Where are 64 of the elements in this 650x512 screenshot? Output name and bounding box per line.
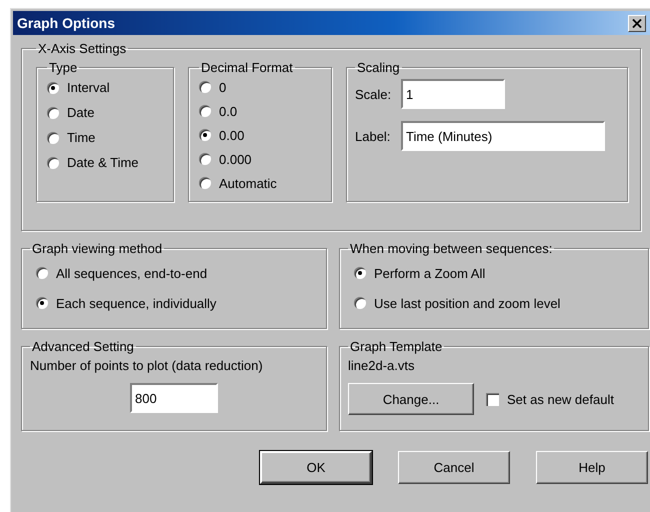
radio-option[interactable]: All sequences, end-to-end bbox=[36, 258, 318, 288]
radio-button[interactable] bbox=[199, 129, 211, 141]
radio-button[interactable] bbox=[199, 105, 211, 117]
radio-button[interactable] bbox=[47, 82, 59, 94]
field-label: Label: bbox=[355, 128, 392, 144]
group-title: Type bbox=[48, 60, 78, 75]
radio-label: All sequences, end-to-end bbox=[56, 266, 208, 280]
checkbox-label: Set as new default bbox=[507, 392, 614, 406]
radio-option[interactable]: Date bbox=[47, 100, 167, 125]
radio-label: Interval bbox=[67, 80, 110, 95]
radio-button[interactable] bbox=[354, 297, 366, 309]
group-title: X-Axis Settings bbox=[37, 41, 128, 56]
label-field[interactable]: Time (Minutes) bbox=[401, 121, 605, 151]
radio-label: Date & Time bbox=[67, 155, 139, 170]
radio-label: 0 bbox=[219, 80, 226, 94]
dialog-button[interactable]: OK bbox=[260, 451, 372, 484]
radio-button[interactable] bbox=[47, 106, 59, 118]
group-title: Scaling bbox=[356, 60, 401, 75]
radio-option[interactable]: Perform a Zoom All bbox=[354, 258, 640, 288]
radio-label: Time bbox=[67, 130, 96, 145]
radio-label: Use last position and zoom level bbox=[374, 296, 560, 310]
group-title: Graph viewing method bbox=[31, 241, 164, 256]
template-file-name: line2d-a.vts bbox=[348, 358, 416, 373]
radio-button[interactable] bbox=[36, 297, 48, 309]
group-title: When moving between sequences: bbox=[349, 241, 554, 256]
dialog-button[interactable]: Help bbox=[536, 451, 648, 484]
radio-label: 0.0 bbox=[219, 104, 238, 118]
close-button[interactable] bbox=[628, 14, 646, 32]
radio-label: 0.000 bbox=[219, 152, 252, 166]
radio-button[interactable] bbox=[199, 177, 211, 189]
field-label: Number of points to plot (data reduction) bbox=[30, 358, 264, 373]
radio-label: Perform a Zoom All bbox=[374, 266, 486, 280]
radio-label: Automatic bbox=[219, 176, 277, 190]
radio-option[interactable]: 0.000 bbox=[199, 147, 325, 171]
change-button[interactable]: Change... bbox=[348, 383, 474, 415]
radio-option[interactable]: Each sequence, individually bbox=[36, 288, 318, 318]
radio-button[interactable] bbox=[47, 132, 59, 144]
radio-option[interactable]: Interval bbox=[47, 75, 167, 100]
group-title: Graph Template bbox=[349, 339, 444, 354]
radio-option[interactable]: 0 bbox=[199, 75, 325, 99]
radio-option[interactable]: 0.0 bbox=[199, 99, 325, 123]
radio-button[interactable] bbox=[47, 156, 59, 168]
radio-option[interactable]: 0.00 bbox=[199, 123, 325, 147]
radio-label: Date bbox=[67, 105, 94, 120]
radio-label: Each sequence, individually bbox=[56, 296, 216, 310]
checkbox-option[interactable]: Set as new default bbox=[486, 386, 614, 412]
radio-label: 0.00 bbox=[219, 128, 244, 142]
scale-field[interactable]: 1 bbox=[401, 79, 505, 109]
window-title: Graph Options bbox=[17, 15, 115, 31]
radio-button[interactable] bbox=[199, 81, 211, 93]
group-title: Decimal Format bbox=[200, 60, 294, 75]
close-icon bbox=[632, 18, 642, 28]
radio-button[interactable] bbox=[199, 153, 211, 165]
points-field[interactable]: 800 bbox=[130, 383, 218, 413]
group-title: Advanced Setting bbox=[31, 339, 135, 354]
radio-option[interactable]: Use last position and zoom level bbox=[354, 288, 640, 318]
radio-option[interactable]: Time bbox=[47, 125, 167, 150]
radio-button[interactable] bbox=[354, 267, 366, 279]
dialog-button[interactable]: Cancel bbox=[398, 451, 510, 484]
checkbox[interactable] bbox=[486, 392, 499, 406]
radio-option[interactable]: Date & Time bbox=[47, 150, 167, 175]
radio-option[interactable]: Automatic bbox=[199, 171, 325, 195]
radio-button[interactable] bbox=[36, 267, 48, 279]
field-label: Scale: bbox=[355, 86, 392, 102]
